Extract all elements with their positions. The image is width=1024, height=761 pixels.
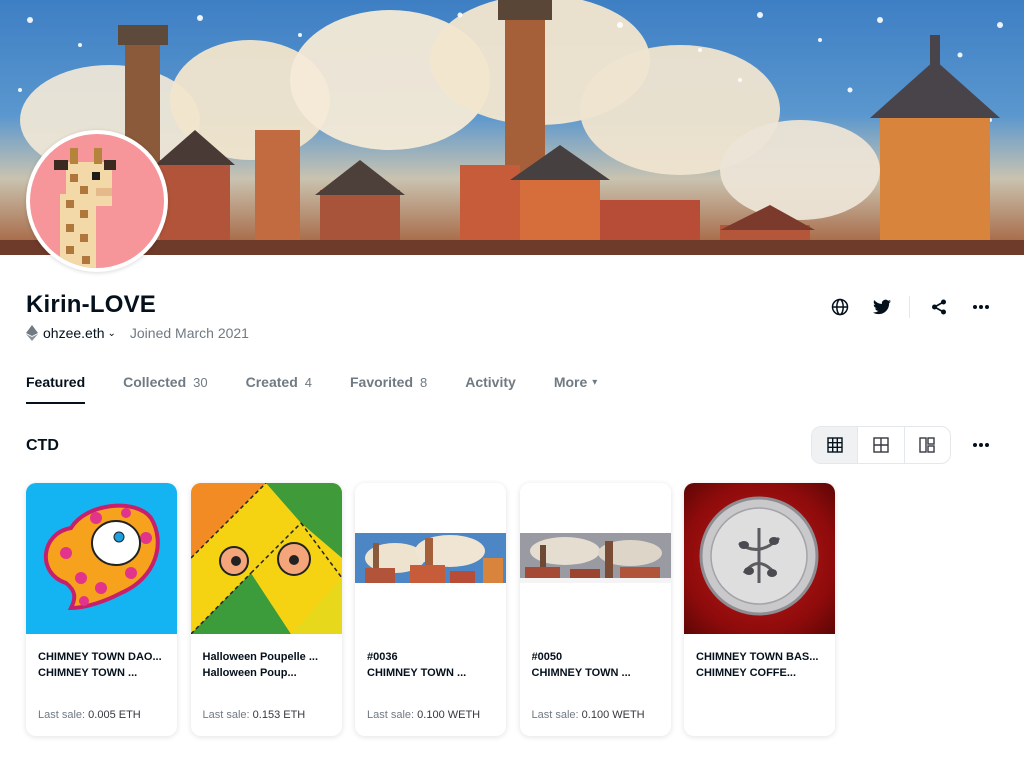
globe-icon[interactable] <box>827 294 853 320</box>
tab-count: 8 <box>420 374 428 390</box>
tab-featured[interactable]: Featured <box>26 374 86 404</box>
nft-title: #0036 CHIMNEY TOWN ... <box>367 649 497 681</box>
nft-image <box>684 483 835 634</box>
wallet-address-button[interactable]: ohzee.eth ⌄ <box>26 325 116 341</box>
profile-avatar[interactable] <box>26 130 168 272</box>
tab-label: Activity <box>465 374 516 390</box>
ethereum-icon <box>26 325 38 341</box>
tab-label: Favorited <box>349 374 413 390</box>
nft-name: CHIMNEY TOWN BAS... <box>696 651 819 663</box>
nft-title: #0050 CHIMNEY TOWN ... <box>532 649 662 681</box>
tab-activity[interactable]: Activity <box>465 374 516 404</box>
nft-card[interactable]: Halloween Poupelle ... Halloween Poup...… <box>190 483 342 736</box>
nft-card[interactable]: #0036 CHIMNEY TOWN ... Last sale: 0.100 … <box>355 483 506 736</box>
more-icon[interactable] <box>968 294 994 320</box>
giraffe-avatar-image <box>30 134 164 268</box>
nft-collection: CHIMNEY TOWN ... <box>38 667 138 679</box>
nft-name: #0050 <box>531 651 563 663</box>
last-sale-value: 0.100 WETH <box>417 709 481 721</box>
section-title: CTD <box>26 437 59 454</box>
nft-collection: CHIMNEY TOWN ... <box>367 667 467 679</box>
nft-title: Halloween Poupelle ... Halloween Poup... <box>203 649 333 681</box>
wallet-address: ohzee.eth <box>43 325 105 341</box>
nft-card[interactable]: CHIMNEY TOWN DAO... CHIMNEY TOWN ... Las… <box>26 483 177 736</box>
chevron-down-icon: ⌄ <box>107 327 116 339</box>
last-sale-label: Last sale: <box>202 709 250 721</box>
actions-divider <box>909 296 910 318</box>
last-sale: Last sale: 0.100 WETH <box>532 709 645 721</box>
chevron-down-icon: ▾ <box>592 376 598 388</box>
view-mode-toggle <box>811 426 951 464</box>
grid-small-icon[interactable] <box>858 427 905 463</box>
last-sale: Last sale: 0.153 ETH <box>203 709 306 721</box>
last-sale-value: 0.100 WETH <box>581 709 645 721</box>
last-sale-label: Last sale: <box>367 709 415 721</box>
last-sale: Last sale: 0.005 ETH <box>38 709 141 721</box>
joined-date: Joined March 2021 <box>129 325 249 341</box>
grid-large-icon[interactable] <box>812 427 859 463</box>
tab-label: Collected <box>123 374 187 390</box>
nft-title: CHIMNEY TOWN BAS... CHIMNEY COFFE... <box>696 649 826 681</box>
last-sale: Last sale: 0.100 WETH <box>367 709 480 721</box>
last-sale-value: 0.005 ETH <box>88 709 141 721</box>
profile-tabs: Featured Collected 30 Created 4 Favorite… <box>26 374 635 404</box>
mosaic-icon[interactable] <box>905 427 950 463</box>
nft-title: CHIMNEY TOWN DAO... CHIMNEY TOWN ... <box>38 649 168 681</box>
tab-label: More <box>553 374 588 390</box>
nft-name: CHIMNEY TOWN DAO... <box>38 651 162 663</box>
last-sale-label: Last sale: <box>531 709 579 721</box>
nft-collection: Halloween Poup... <box>202 667 297 679</box>
profile-name: Kirin-LOVE <box>26 291 157 318</box>
twitter-icon[interactable] <box>869 294 895 320</box>
nft-name: Halloween Poupelle ... <box>202 651 319 663</box>
nft-collection: CHIMNEY TOWN ... <box>531 667 631 679</box>
share-icon[interactable] <box>926 294 952 320</box>
nft-card-grid: CHIMNEY TOWN DAO... CHIMNEY TOWN ... Las… <box>26 483 849 736</box>
tab-label: Featured <box>26 374 86 390</box>
tab-count: 30 <box>193 374 208 390</box>
nft-name: #0036 <box>367 651 398 663</box>
more-icon[interactable] <box>968 432 994 458</box>
profile-subline: ohzee.eth ⌄ Joined March 2021 <box>26 325 249 341</box>
tab-more[interactable]: More ▾ <box>554 374 597 404</box>
profile-actions <box>811 294 994 320</box>
nft-collection: CHIMNEY COFFE... <box>696 667 797 679</box>
tab-created[interactable]: Created 4 <box>246 374 312 404</box>
nft-card[interactable]: CHIMNEY TOWN BAS... CHIMNEY COFFE... <box>684 483 835 736</box>
nft-image <box>355 483 506 634</box>
nft-image <box>190 483 342 634</box>
nft-image <box>519 483 671 634</box>
last-sale-label: Last sale: <box>38 709 86 721</box>
last-sale-value: 0.153 ETH <box>252 709 306 721</box>
nft-image <box>26 483 177 634</box>
tab-collected[interactable]: Collected 30 <box>123 374 207 404</box>
tab-label: Created <box>245 374 298 390</box>
tab-favorited[interactable]: Favorited 8 <box>350 374 427 404</box>
tab-count: 4 <box>304 374 312 390</box>
nft-card[interactable]: #0050 CHIMNEY TOWN ... Last sale: 0.100 … <box>519 483 671 736</box>
